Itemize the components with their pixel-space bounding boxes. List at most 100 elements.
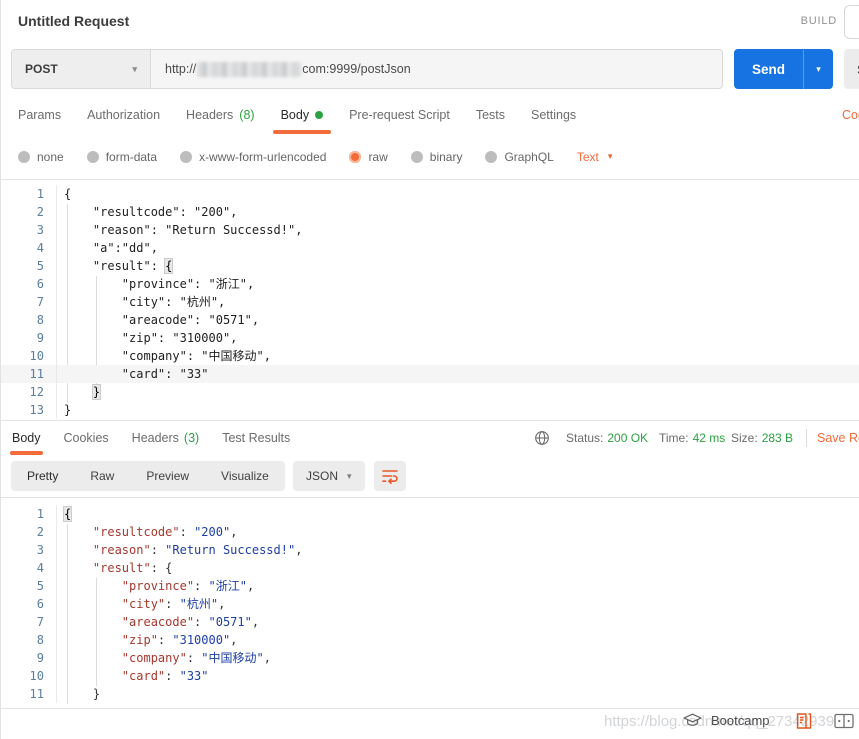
wrap-lines-button[interactable] [374, 461, 406, 491]
line-number: 7 [1, 293, 57, 311]
code-token: "province": "浙江", [64, 277, 254, 291]
save-response-button[interactable]: Save Response [817, 421, 859, 455]
response-code-line[interactable]: 10 "card": "33" [1, 667, 859, 685]
line-number: 8 [1, 311, 57, 329]
release-notes-button[interactable] [795, 712, 813, 735]
line-text: "province": "浙江", [57, 275, 254, 293]
response-tab-cookies[interactable]: Cookies [64, 421, 109, 455]
request-code-line[interactable]: 11 "card": "33" [1, 365, 859, 383]
code-token: "result": [64, 259, 165, 273]
tab-label: Test Results [222, 431, 290, 445]
comments-button[interactable] [844, 5, 859, 39]
code-token [64, 561, 93, 575]
body-type-row: none form-data x-www-form-urlencoded raw bin… [1, 134, 859, 179]
tab-params[interactable]: Params [18, 96, 61, 134]
tab-body[interactable]: Body [281, 96, 324, 134]
url-prefix: http:// [165, 62, 196, 76]
request-code-line[interactable]: 12 } [1, 383, 859, 401]
raw-format-dropdown[interactable]: Text ▾ [577, 150, 613, 164]
request-code-line[interactable]: 6 "province": "浙江", [1, 275, 859, 293]
response-code-line[interactable]: 3 "reason": "Return Successd!", [1, 541, 859, 559]
view-mode-switcher: PrettyRawPreviewVisualize [11, 461, 285, 491]
url-bar: POST ▾ http:// com:9999/postJson [11, 49, 723, 89]
body-type-graphql[interactable]: GraphQL [485, 150, 553, 164]
status-value: 200 OK [607, 431, 648, 445]
view-mode-visualize[interactable]: Visualize [205, 461, 285, 491]
body-type-form-data[interactable]: form-data [87, 150, 157, 164]
tab-tests[interactable]: Tests [476, 96, 505, 134]
request-code-line[interactable]: 10 "company": "中国移动", [1, 347, 859, 365]
globe-icon [534, 430, 550, 451]
line-number: 12 [1, 383, 57, 401]
response-code-line[interactable]: 11 } [1, 685, 859, 703]
response-code-line[interactable]: 9 "company": "中国移动", [1, 649, 859, 667]
code-token: , [295, 543, 302, 557]
request-code-line[interactable]: 2 "resultcode": "200", [1, 203, 859, 221]
chevron-down-icon: ▾ [608, 151, 613, 162]
body-type-none[interactable]: none [18, 150, 64, 164]
tab-settings[interactable]: Settings [531, 96, 576, 134]
response-tab-headers[interactable]: Headers(3) [132, 421, 200, 455]
time-indicator: Time:42 ms [659, 421, 725, 455]
bootcamp-button[interactable]: Bootcamp [683, 713, 770, 728]
response-code-line[interactable]: 4 "result": { [1, 559, 859, 577]
response-code-line[interactable]: 2 "resultcode": "200", [1, 523, 859, 541]
body-type-x-www-form-urlencoded[interactable]: x-www-form-urlencoded [180, 150, 326, 164]
response-tab-test-results[interactable]: Test Results [222, 421, 290, 455]
tab-label: Params [18, 108, 61, 122]
line-number: 1 [1, 505, 57, 523]
request-code-line[interactable]: 1{ [1, 185, 859, 203]
response-code-line[interactable]: 1{ [1, 505, 859, 523]
response-body-editor[interactable]: 1{2 "resultcode": "200",3 "reason": "Ret… [1, 497, 859, 709]
request-tabs-row: Params Authorization Headers(8) Body Pre-req… [1, 96, 859, 134]
body-type-raw[interactable]: raw [349, 150, 387, 164]
request-tabs: Params Authorization Headers(8) Body Pre-req… [18, 96, 602, 134]
code-token: "Return Successd!" [165, 543, 295, 557]
view-mode-pretty[interactable]: Pretty [11, 461, 74, 491]
request-code-line[interactable]: 7 "city": "杭州", [1, 293, 859, 311]
tab-authorization[interactable]: Authorization [87, 96, 160, 134]
response-code-line[interactable]: 5 "province": "浙江", [1, 577, 859, 595]
save-button[interactable]: Save [844, 49, 859, 89]
url-input[interactable]: http:// com:9999/postJson [151, 50, 722, 88]
method-select[interactable]: POST ▾ [12, 50, 151, 88]
language-dropdown[interactable]: JSON ▾ [293, 461, 365, 491]
request-code-line[interactable]: 13} [1, 401, 859, 419]
code-token: , [247, 579, 254, 593]
console-panes-button[interactable] [834, 713, 854, 734]
request-code-line[interactable]: 5 "result": { [1, 257, 859, 275]
request-code-line[interactable]: 8 "areacode": "0571", [1, 311, 859, 329]
code-token: } [64, 403, 71, 417]
response-code-line[interactable]: 6 "city": "杭州", [1, 595, 859, 613]
view-mode-raw[interactable]: Raw [74, 461, 130, 491]
response-tab-body[interactable]: Body [12, 421, 41, 455]
request-body-editor[interactable]: 1{2 "resultcode": "200",3 "reason": "Ret… [1, 179, 859, 421]
body-type-binary[interactable]: binary [411, 150, 463, 164]
response-code-line[interactable]: 7 "areacode": "0571", [1, 613, 859, 631]
status-value: 42 ms [693, 431, 726, 445]
code-token: "resultcode" [93, 525, 180, 539]
send-options-caret-icon[interactable]: ▾ [803, 49, 833, 89]
body-status-dot-icon [315, 111, 323, 119]
code-token: "浙江" [209, 579, 247, 593]
request-code-line[interactable]: 4 "a":"dd", [1, 239, 859, 257]
tab-label: Settings [531, 108, 576, 122]
redacted-url-segment [197, 62, 301, 77]
send-button[interactable]: Send ▾ [734, 49, 833, 89]
line-number: 8 [1, 631, 57, 649]
request-code-line[interactable]: 3 "reason": "Return Successd!", [1, 221, 859, 239]
tab-pre-request-script[interactable]: Pre-request Script [349, 96, 450, 134]
radio-button-icon [485, 151, 497, 163]
tab-headers[interactable]: Headers(8) [186, 96, 255, 134]
request-code-line[interactable]: 9 "zip": "310000", [1, 329, 859, 347]
line-text: { [57, 505, 71, 523]
radio-label: binary [430, 150, 463, 164]
language-label: JSON [306, 469, 338, 483]
view-mode-preview[interactable]: Preview [130, 461, 205, 491]
code-link[interactable]: Code [842, 96, 859, 134]
response-code-line[interactable]: 8 "zip": "310000", [1, 631, 859, 649]
line-number: 4 [1, 559, 57, 577]
radio-label: GraphQL [504, 150, 553, 164]
code-token: "card" [122, 669, 165, 683]
line-text: "province": "浙江", [57, 577, 254, 595]
